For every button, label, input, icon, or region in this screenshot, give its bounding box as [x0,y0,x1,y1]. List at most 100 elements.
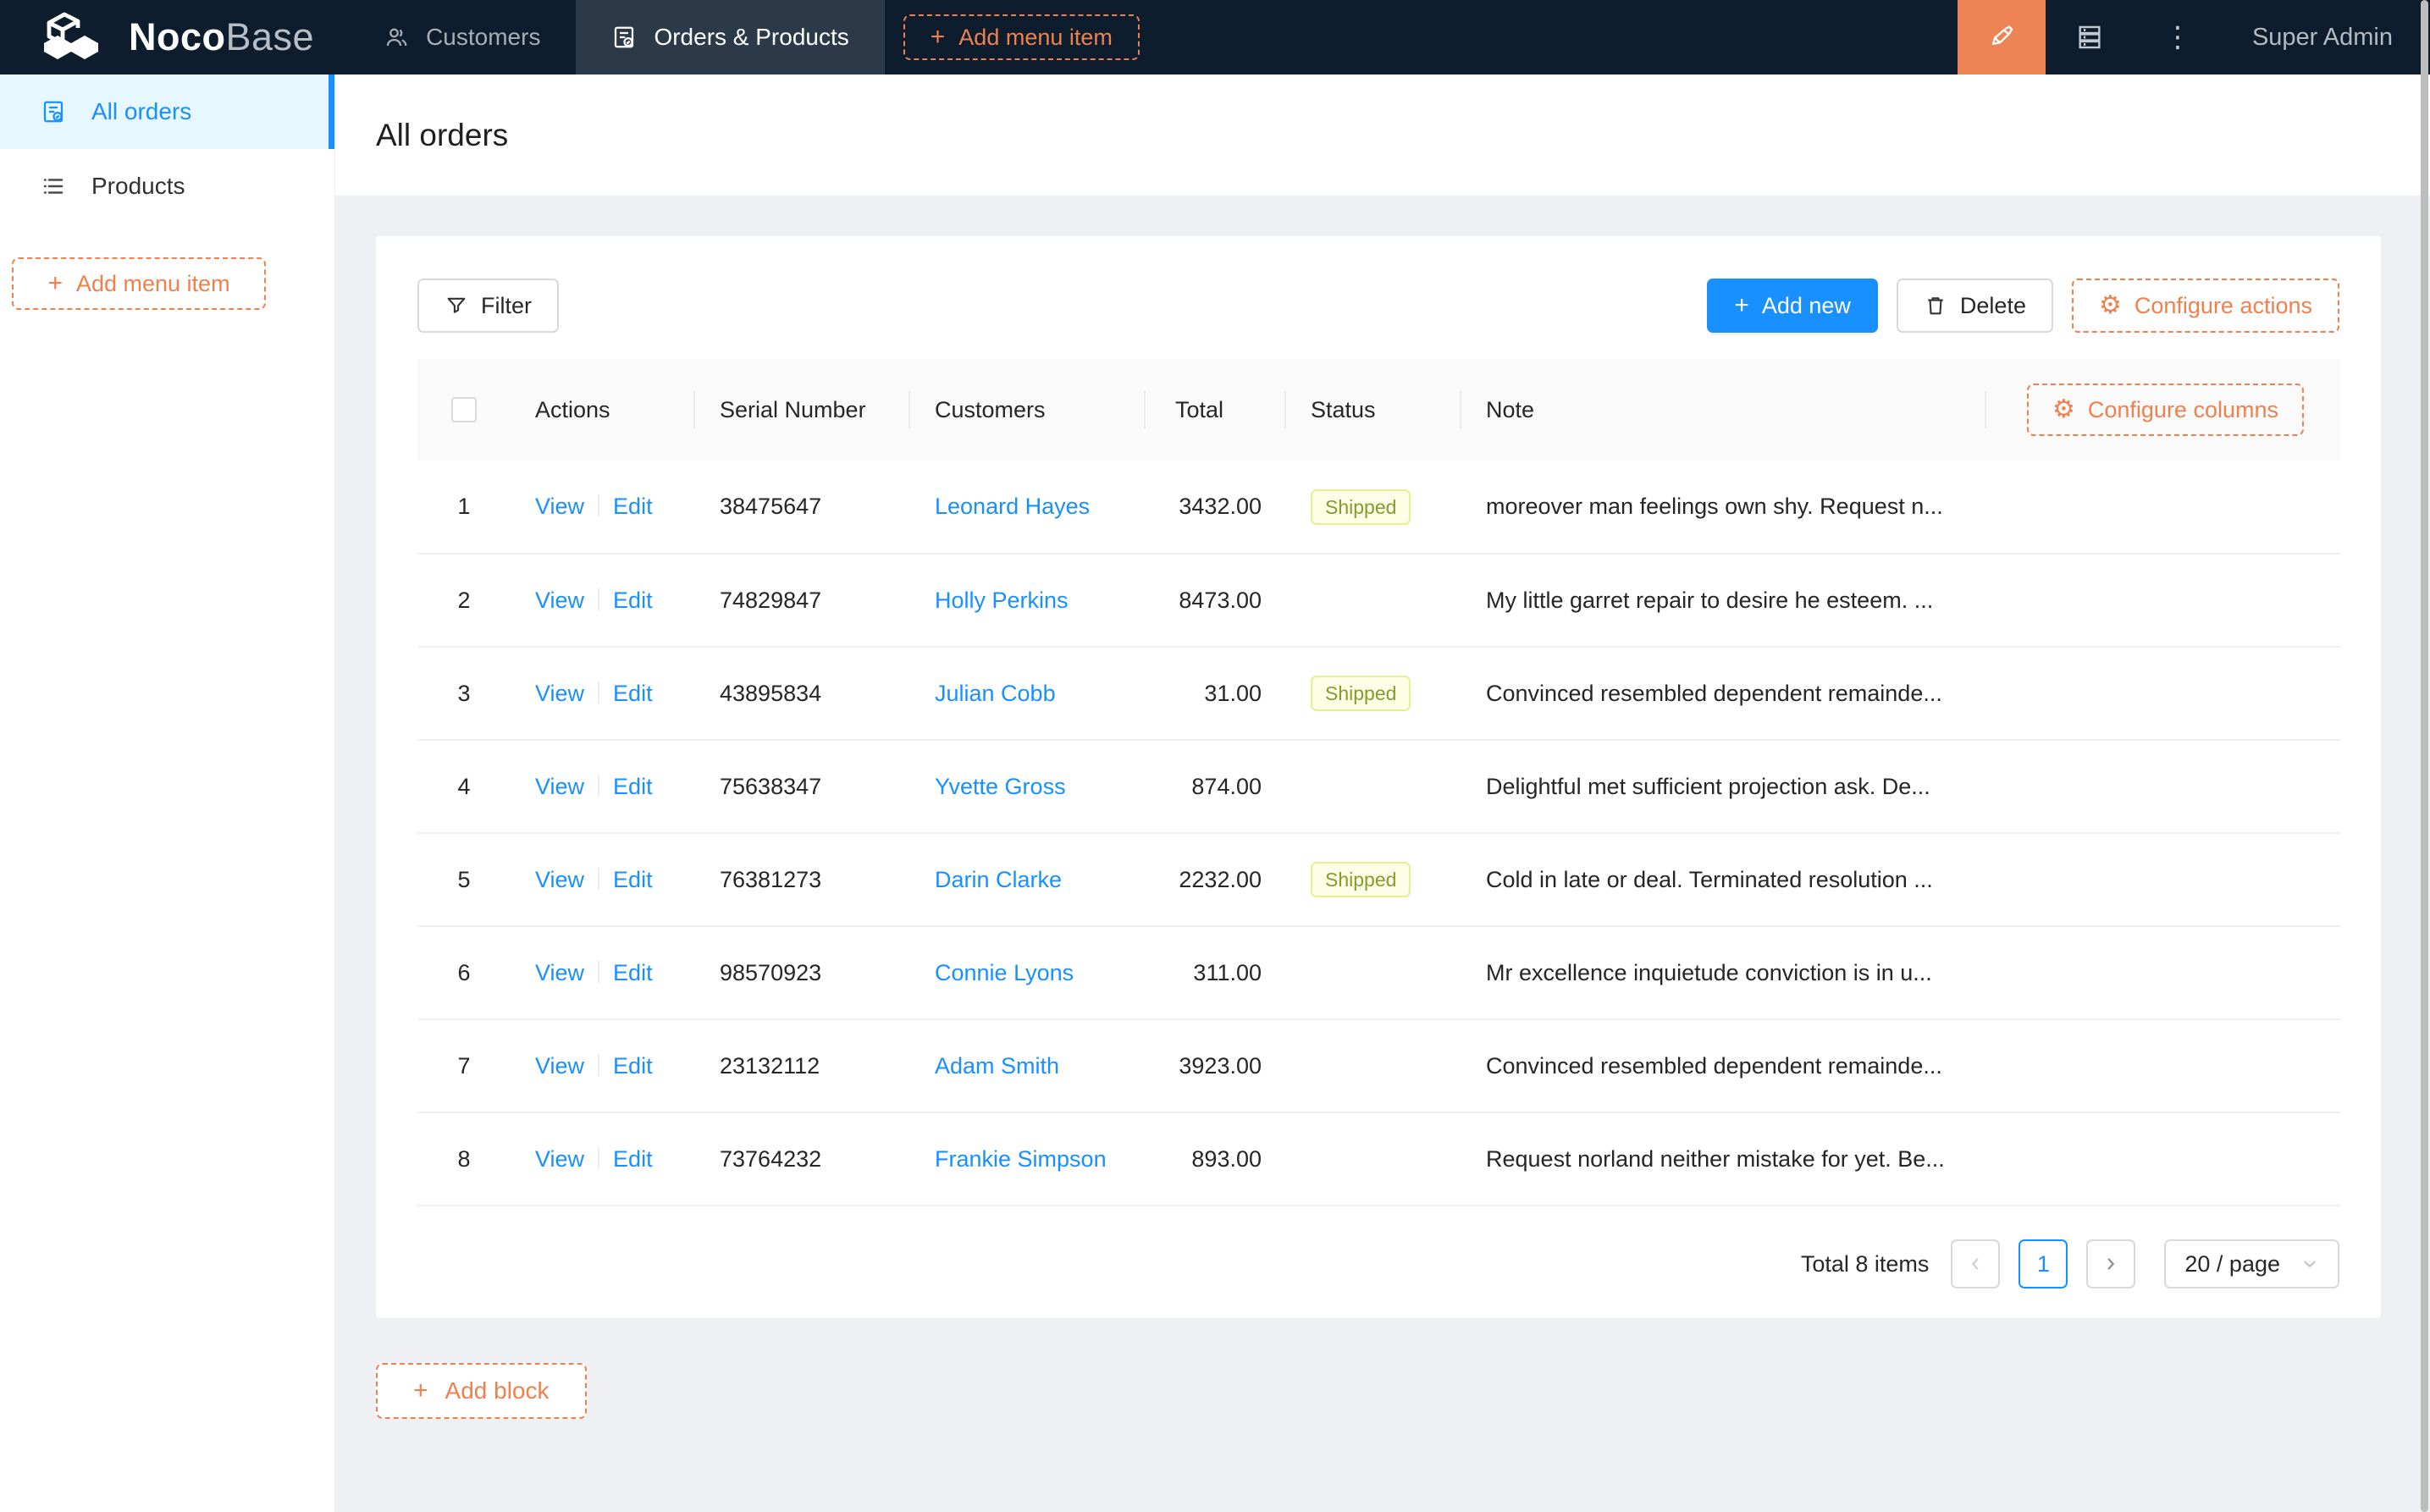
customer-link[interactable]: Holly Perkins [935,588,1069,613]
nocobase-logo[interactable]: Noco Base [0,0,348,74]
sidebar: All orders Products + Add menu item [0,74,335,1512]
edit-link[interactable]: Edit [613,1146,653,1172]
pagination-page-1[interactable]: 1 [2019,1239,2068,1289]
customer-link[interactable]: Frankie Simpson [935,1146,1107,1172]
gear-icon: ⚙ [2098,290,2122,320]
view-link[interactable]: View [535,1053,584,1079]
plus-icon: + [413,1377,428,1404]
action-divider [598,494,600,516]
ui-editor-button[interactable] [1957,0,2046,74]
sidebar-item-all-orders[interactable]: All orders [0,74,334,149]
customer-link[interactable]: Darin Clarke [935,867,1062,892]
row-index: 1 [457,494,471,519]
edit-link[interactable]: Edit [613,681,653,706]
total-cell: 31.00 [1146,647,1286,741]
actions-cell: View Edit [511,647,695,741]
database-icon [2079,25,2101,49]
sidebar-item-label: All orders [91,98,192,124]
row-index: 6 [457,959,471,985]
customer-cell: Connie Lyons [910,926,1146,1020]
kebab-menu-icon: ⋮ [2162,21,2192,53]
edit-link[interactable]: Edit [613,494,653,519]
sidebar-item-products[interactable]: Products [0,149,334,223]
page-size-select[interactable]: 20 / page [2164,1239,2339,1289]
ui-editor-highlighter-icon [1991,25,2013,45]
edit-link[interactable]: Edit [613,960,653,985]
view-link[interactable]: View [535,960,584,985]
add-block-button[interactable]: + Add block [376,1363,587,1419]
logo-text-noco: Noco [129,15,226,58]
view-link[interactable]: View [535,867,584,892]
table-row: 8 View Edit 73764232 Frankie Simpson 893.… [417,1112,2340,1206]
column-header-actions: Actions [511,359,695,461]
action-divider [598,960,600,983]
action-divider [598,774,600,797]
row-index: 4 [457,773,471,799]
filter-button[interactable]: Filter [417,279,559,333]
page-title: All orders [376,117,509,152]
nav-tab-orders-products[interactable]: Orders & Products [576,0,885,74]
action-divider [598,1146,600,1169]
customer-link[interactable]: Leonard Hayes [935,494,1090,519]
view-link[interactable]: View [535,588,584,613]
delete-button[interactable]: Delete [1896,279,2053,333]
select-all-checkbox[interactable] [451,397,477,422]
user-name: Super Admin [2251,23,2393,51]
empty-cell [1986,647,2340,741]
actions-cell: View Edit [511,833,695,927]
nav-tab-customers[interactable]: Customers [348,0,576,74]
row-index-cell[interactable]: 7 [417,1019,511,1113]
configure-actions-button[interactable]: ⚙ Configure actions [2071,279,2339,333]
row-index-cell[interactable]: 6 [417,926,511,1020]
configure-columns-button[interactable]: ⚙ Configure columns [2026,384,2304,436]
pagination-prev-button[interactable] [1951,1239,2001,1289]
nav-right-actions: ⋮ Super Admin [1957,0,2430,74]
customer-link[interactable]: Yvette Gross [935,774,1066,799]
navbar: Noco Base Customers Orders & Products + A… [0,0,2430,74]
orders-table: Actions Serial Number Customers Total St… [417,359,2340,1206]
customer-link[interactable]: Adam Smith [935,1053,1059,1079]
edit-link[interactable]: Edit [613,1053,653,1079]
customer-cell: Leonard Hayes [910,461,1146,555]
note-cell: Mr excellence inquietude conviction is i… [1461,926,1986,1020]
serial-number-cell: 38475647 [695,461,910,555]
row-index-cell[interactable]: 5 [417,833,511,927]
row-index-cell[interactable]: 3 [417,647,511,741]
user-menu[interactable]: Super Admin [2222,0,2430,74]
sidebar-add-menu-item-button[interactable]: + Add menu item [12,257,266,310]
status-cell: Shipped [1286,833,1461,927]
empty-cell [1986,461,2340,555]
page-size-value: 20 / page [2184,1250,2280,1277]
table-row: 3 View Edit 43895834 Julian Cobb 31.00 Sh… [417,647,2340,741]
view-link[interactable]: View [535,681,584,706]
view-link[interactable]: View [535,774,584,799]
table-row: 1 View Edit 38475647 Leonard Hayes 3432.0… [417,461,2340,555]
table-row: 5 View Edit 76381273 Darin Clarke 2232.00… [417,833,2340,927]
view-link[interactable]: View [535,494,584,519]
pagination-next-button[interactable] [2086,1239,2136,1289]
customer-cell: Frankie Simpson [910,1112,1146,1206]
row-index-cell[interactable]: 2 [417,554,511,648]
row-index-cell[interactable]: 8 [417,1112,511,1206]
empty-cell [1986,740,2340,834]
customer-link[interactable]: Julian Cobb [935,681,1056,706]
page-header: All orders [335,74,2430,196]
database-button[interactable] [2046,0,2134,74]
more-options-button[interactable]: ⋮ [2134,0,2222,74]
note-cell: moreover man feelings own shy. Request n… [1461,461,1986,555]
add-new-button[interactable]: + Add new [1707,279,1878,333]
edit-link[interactable]: Edit [613,867,653,892]
nocobase-logo-icon [44,12,98,59]
page-scrollbar[interactable] [2421,0,2428,1512]
total-cell: 893.00 [1146,1112,1286,1206]
edit-link[interactable]: Edit [613,588,653,613]
nav-tabs: Customers Orders & Products [348,0,885,74]
nav-add-menu-item-button[interactable]: + Add menu item [903,14,1140,60]
row-index-cell[interactable]: 4 [417,740,511,834]
customer-link[interactable]: Connie Lyons [935,960,1074,985]
view-link[interactable]: View [535,1146,584,1172]
serial-number-cell: 76381273 [695,833,910,927]
plus-icon: + [930,23,946,51]
row-index-cell[interactable]: 1 [417,461,511,555]
edit-link[interactable]: Edit [613,774,653,799]
